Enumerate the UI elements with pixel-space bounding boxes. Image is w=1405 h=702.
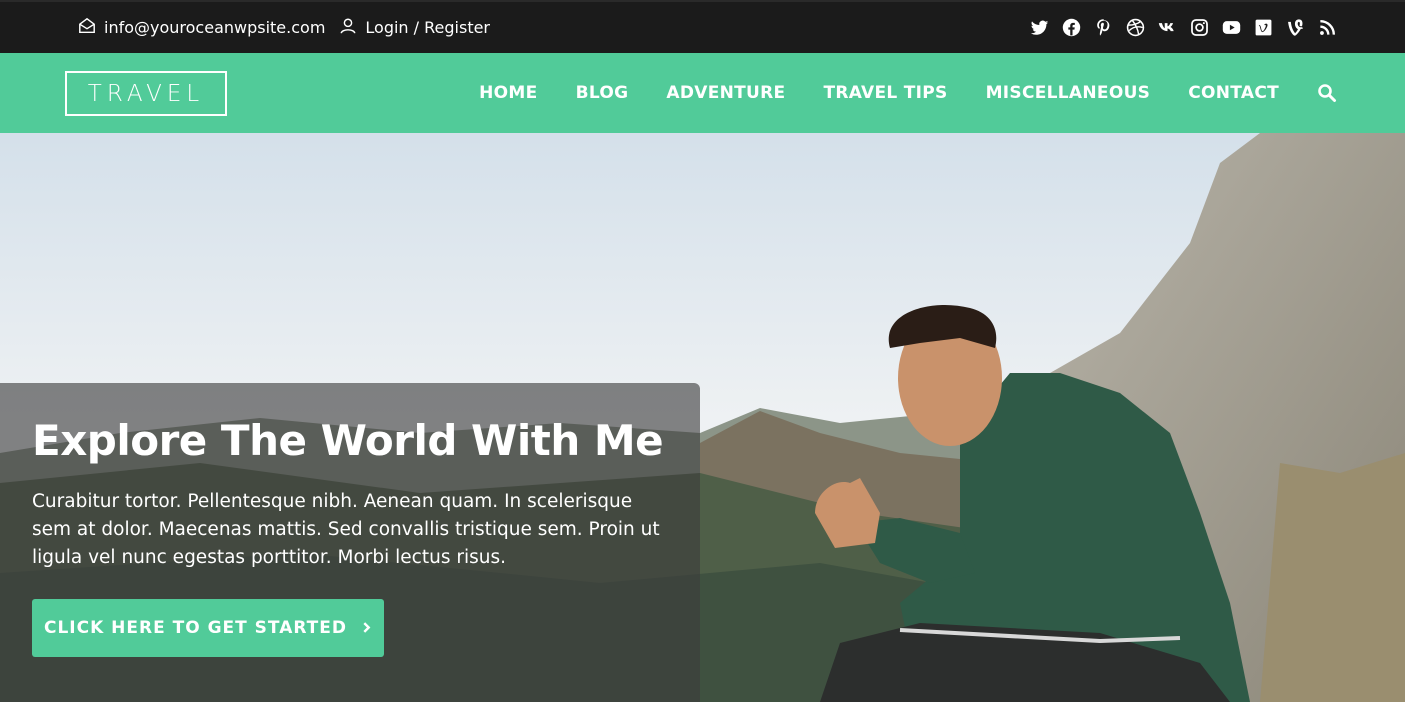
- vk-icon[interactable]: [1158, 18, 1177, 37]
- hero-title: Explore The World With Me: [32, 416, 664, 465]
- hero-description: Curabitur tortor. Pellentesque nibh. Aen…: [32, 491, 660, 568]
- get-started-label: CLICK HERE TO GET STARTED: [43, 618, 348, 638]
- youtube-icon[interactable]: [1222, 18, 1241, 37]
- search-icon[interactable]: [1317, 83, 1337, 103]
- nav-blog[interactable]: BLOG: [576, 83, 629, 103]
- main-nav: HOME BLOG ADVENTURE TRAVEL TIPS MISCELLA…: [441, 53, 1337, 133]
- nav-travel-tips[interactable]: TRAVEL TIPS: [823, 83, 947, 103]
- login-register-text: Login / Register: [365, 18, 491, 37]
- facebook-icon[interactable]: [1062, 18, 1081, 37]
- instagram-icon[interactable]: [1190, 18, 1209, 37]
- nav-miscellaneous[interactable]: MISCELLANEOUS: [986, 83, 1151, 103]
- social-links: [1030, 2, 1337, 53]
- hero-text-panel: Explore The World With Me Curabitur tort…: [0, 383, 700, 702]
- vimeo-square-icon[interactable]: [1254, 18, 1273, 37]
- get-started-button[interactable]: CLICK HERE TO GET STARTED: [32, 599, 384, 657]
- dribbble-icon[interactable]: [1126, 18, 1145, 37]
- user-icon: [339, 17, 357, 39]
- nav-home[interactable]: HOME: [479, 83, 537, 103]
- login-register-link[interactable]: Login / Register: [339, 17, 490, 39]
- site-header: TRAVEL HOME BLOG ADVENTURE TRAVEL TIPS M…: [0, 53, 1405, 133]
- twitter-icon[interactable]: [1030, 18, 1049, 37]
- top-bar-contact: info@youroceanwpsite.com Login / Registe…: [78, 2, 490, 53]
- vine-icon[interactable]: [1286, 18, 1305, 37]
- rss-icon[interactable]: [1318, 18, 1337, 37]
- hero-section: Explore The World With Me Curabitur tort…: [0, 133, 1405, 702]
- top-bar: info@youroceanwpsite.com Login / Registe…: [0, 0, 1405, 53]
- chevron-right-icon: [361, 618, 372, 638]
- site-logo[interactable]: TRAVEL: [65, 71, 227, 116]
- envelope-icon: [78, 17, 96, 39]
- nav-contact[interactable]: CONTACT: [1188, 83, 1279, 103]
- pinterest-icon[interactable]: [1094, 18, 1113, 37]
- nav-adventure[interactable]: ADVENTURE: [666, 83, 785, 103]
- email-link[interactable]: info@youroceanwpsite.com: [78, 17, 325, 39]
- email-text: info@youroceanwpsite.com: [104, 18, 326, 37]
